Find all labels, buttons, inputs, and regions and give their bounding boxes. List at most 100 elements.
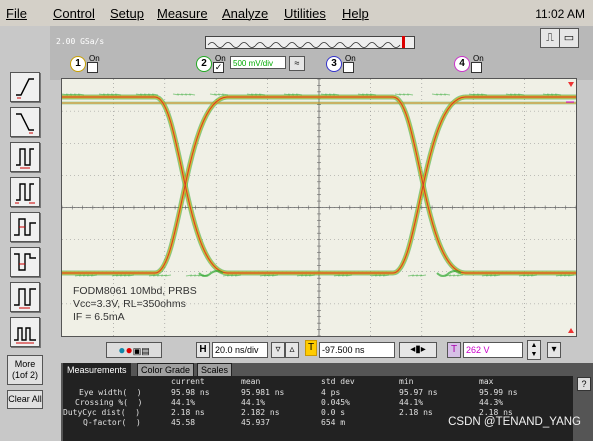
menu-setup[interactable]: Setup	[110, 6, 144, 21]
horizontal-control-bar: ●●▣▤ H 20.0 ns/div ▿ ▵ T -97.500 ns ◂▮▸ …	[61, 337, 593, 361]
cell-value: 95.97 ns	[399, 388, 438, 397]
watermark: CSDN @TENAND_YANG	[448, 416, 581, 428]
channel-2-scale-field[interactable]: 500 mV/div	[230, 56, 286, 69]
cell-value: 2.18 ns	[399, 408, 433, 417]
trigger-level-field[interactable]: 262 V	[463, 342, 523, 358]
tab-scales[interactable]: Scales	[197, 363, 233, 376]
rise-time-button[interactable]	[10, 72, 40, 102]
header-min: min	[399, 377, 414, 386]
eye-falling-edge	[392, 95, 466, 275]
tab-color-grade[interactable]: Color Grade	[137, 363, 195, 376]
tab-measurements[interactable]: Measurements	[63, 363, 131, 376]
header-std-dev: std dev	[321, 377, 355, 386]
menu-control[interactable]: Control	[53, 6, 95, 21]
channel-1-number: 1	[70, 56, 86, 72]
eye-falling-edge	[392, 94, 466, 276]
menu-help[interactable]: Help	[342, 6, 369, 21]
waveform-memory-bar[interactable]	[205, 36, 415, 49]
pulse-count-button[interactable]	[10, 317, 40, 347]
delay-nav-icon[interactable]: ◂▮▸	[399, 342, 437, 358]
cell-value: 45.937	[241, 418, 270, 427]
channel-2-number: 2	[196, 56, 212, 72]
timebase-down-icon[interactable]: ▿	[271, 342, 285, 358]
menu-file[interactable]: File	[6, 6, 27, 21]
negative-width-icon	[14, 253, 36, 271]
channel-2-checkbox[interactable]: ✓	[213, 62, 224, 73]
horizontal-label: H	[196, 342, 210, 358]
cell-value: 44.3%	[479, 398, 504, 407]
cell-value: 44.1%	[399, 398, 424, 407]
right-marker-top	[568, 82, 574, 87]
row-label: Q-factor( )	[83, 418, 141, 427]
timebase-field[interactable]: 20.0 ns/div	[212, 342, 268, 358]
trigger-marker: T	[305, 340, 317, 356]
menu-measure[interactable]: Measure	[157, 6, 208, 21]
eye-rising-edge	[392, 96, 466, 274]
eye-rising-edge	[392, 95, 466, 275]
sample-rate: 2.00 GSa/s	[56, 37, 105, 46]
positive-width-icon	[14, 218, 36, 236]
top-toolbar	[50, 26, 593, 80]
measurement-panel: Measurements Color Grade Scales current …	[61, 363, 593, 441]
period-icon	[16, 148, 34, 169]
channel-2-setup-icon[interactable]: ≈	[289, 56, 305, 71]
cell-value: 0.0 s	[321, 408, 346, 417]
memory-position-marker	[402, 36, 405, 48]
duty-cycle-button[interactable]	[10, 282, 40, 312]
fall-time-icon	[16, 113, 34, 134]
annotation-line-3: IF = 6.5mA	[73, 311, 125, 323]
single-icon[interactable]: ▣	[133, 346, 142, 356]
more-button[interactable]: More (1of 2)	[7, 355, 43, 385]
channel-3-number: 3	[326, 56, 342, 72]
trigger-menu-icon[interactable]: ▾	[547, 342, 561, 358]
measurement-sidebar: More (1of 2) Clear All	[0, 26, 50, 441]
row-label: Eye width( )	[79, 388, 142, 397]
rise-time-icon	[16, 78, 34, 99]
run-mode-icon[interactable]: ⎍	[540, 28, 560, 48]
positive-width-button[interactable]	[10, 212, 40, 242]
menu-analyze[interactable]: Analyze	[222, 6, 268, 21]
clock: 11:02 AM	[535, 7, 585, 21]
stop-icon[interactable]: ●	[125, 343, 132, 357]
channel-4-number: 4	[454, 56, 470, 72]
period-button[interactable]	[10, 142, 40, 172]
print-icon[interactable]: ▭	[559, 28, 579, 48]
eye-rising-edge	[392, 94, 466, 276]
menu-bar: File Control Setup Measure Analyze Utili…	[0, 0, 593, 27]
cell-value: 2.18 ns	[171, 408, 205, 417]
help-icon[interactable]: ?	[577, 377, 591, 391]
cell-value: 95.99 ns	[479, 388, 518, 397]
cell-value: 45.58	[171, 418, 196, 427]
channel-3-checkbox[interactable]	[343, 62, 354, 73]
cell-value: 44.1%	[171, 398, 196, 407]
cell-value: 95.98 ns	[171, 388, 210, 397]
fall-time-button[interactable]	[10, 107, 40, 137]
frequency-icon	[15, 183, 35, 204]
eye-falling-edge	[392, 96, 466, 274]
header-mean: mean	[241, 377, 261, 386]
right-marker-bottom	[568, 328, 574, 333]
channel-1-checkbox[interactable]	[87, 62, 98, 73]
measurement-table: current mean std dev min max Eye width( …	[63, 376, 573, 441]
waveform-annotation: FODM8061 10Mbd, PRBS Vcc=3.3V, RL=350ohm…	[73, 285, 197, 324]
clear-all-button[interactable]: Clear All	[7, 390, 43, 409]
channel-4-checkbox[interactable]	[471, 62, 482, 73]
trigger-spinner-icon[interactable]: ▲ ▼	[527, 340, 541, 360]
timebase-up-icon[interactable]: ▵	[285, 342, 299, 358]
cell-value: 654 m	[321, 418, 346, 427]
row-label: DutyCyc dist( )	[63, 408, 141, 417]
annotation-line-1: FODM8061 10Mbd, PRBS	[73, 285, 197, 297]
acquisition-icons[interactable]: ●●▣▤	[106, 342, 162, 358]
header-max: max	[479, 377, 494, 386]
clear-display-icon[interactable]: ▤	[141, 346, 150, 356]
pulse-count-icon	[14, 327, 36, 344]
row-label: Crossing %( )	[75, 398, 143, 407]
annotation-line-2: Vcc=3.3V, RL=350ohms	[73, 298, 186, 310]
frequency-button[interactable]	[10, 177, 40, 207]
duty-cycle-icon	[14, 288, 36, 309]
delay-field[interactable]: -97.500 ns	[319, 342, 395, 358]
memory-wave-icon	[207, 42, 401, 48]
cell-value: 44.1%	[241, 398, 266, 407]
menu-utilities[interactable]: Utilities	[284, 6, 326, 21]
negative-width-button[interactable]	[10, 247, 40, 277]
